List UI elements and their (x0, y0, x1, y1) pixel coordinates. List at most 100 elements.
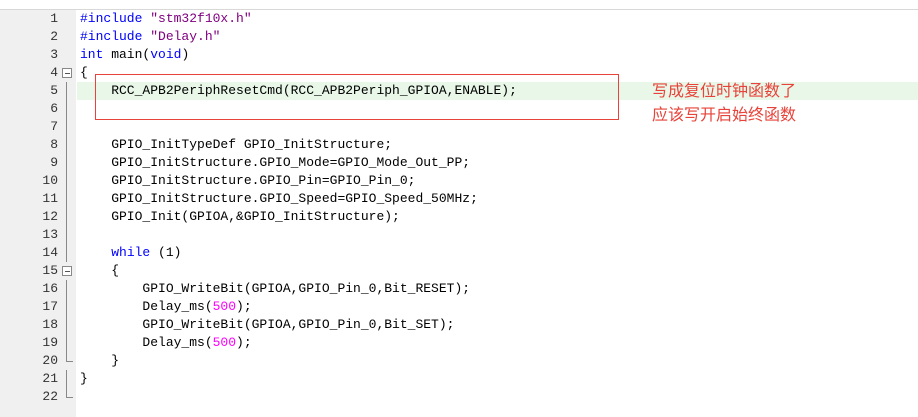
fold-guide-icon (66, 280, 67, 298)
code-line[interactable]: 13 (0, 226, 918, 244)
fold-gutter-empty (62, 28, 74, 46)
code-line[interactable]: 12 GPIO_Init(GPIOA,&GPIO_InitStructure); (0, 208, 918, 226)
fold-collapse-icon[interactable] (62, 262, 74, 280)
code-line[interactable]: 17 Delay_ms(500); (0, 298, 918, 316)
line-number: 2 (50, 29, 58, 44)
code-line[interactable]: 10 GPIO_InitStructure.GPIO_Pin=GPIO_Pin_… (0, 172, 918, 190)
line-number: 20 (42, 353, 58, 368)
code-token: main( (103, 47, 151, 62)
annotation-text-line-2: 应该写开启始终函数 (652, 105, 797, 124)
code-text: GPIO_InitStructure.GPIO_Speed=GPIO_Speed… (80, 190, 478, 208)
fold-guide-icon (66, 370, 67, 388)
code-line-background (77, 388, 918, 406)
editor-top-bar (0, 0, 918, 10)
code-text: { (80, 64, 88, 82)
code-token: GPIO_InitStructure.GPIO_Speed=GPIO_Speed… (80, 191, 478, 206)
code-token: Delay_ms( (80, 299, 213, 314)
code-line[interactable]: 22 (0, 388, 918, 406)
code-token: "stm32f10x.h" (150, 11, 252, 26)
line-number: 16 (42, 281, 58, 296)
code-token: { (80, 263, 120, 278)
fold-guide-line (62, 82, 74, 100)
line-number: 1 (50, 11, 58, 26)
fold-guide-icon (66, 244, 67, 262)
fold-end-icon (66, 388, 73, 398)
fold-guide-line (62, 280, 74, 298)
fold-guide-icon (66, 82, 67, 100)
code-editor[interactable]: 1 #include "stm32f10x.h" 2 #include "Delay.… (0, 0, 918, 417)
code-token: } (80, 353, 120, 368)
line-number: 15 (42, 263, 58, 278)
code-text: #include "stm32f10x.h" (80, 10, 252, 28)
fold-collapse-icon[interactable] (62, 64, 74, 82)
line-number: 6 (50, 101, 58, 116)
code-line[interactable]: 21} (0, 370, 918, 388)
line-number: 11 (42, 191, 58, 206)
line-number: 22 (42, 389, 58, 404)
code-line[interactable]: 18 GPIO_WriteBit(GPIOA,GPIO_Pin_0,Bit_SE… (0, 316, 918, 334)
fold-end-icon (66, 352, 73, 362)
code-text: GPIO_WriteBit(GPIOA,GPIO_Pin_0,Bit_SET); (80, 316, 454, 334)
code-line[interactable]: 3 int main(void) (0, 46, 918, 64)
fold-guide-line (62, 298, 74, 316)
fold-guide-icon (66, 298, 67, 316)
line-number: 10 (42, 173, 58, 188)
code-token: { (80, 65, 88, 80)
code-line[interactable]: 14 while (1) (0, 244, 918, 262)
fold-guide-line (62, 154, 74, 172)
minus-box-icon (62, 68, 72, 78)
line-number: 8 (50, 137, 58, 152)
code-token: #include (80, 29, 151, 44)
code-line[interactable]: 8 GPIO_InitTypeDef GPIO_InitStructure; (0, 136, 918, 154)
fold-guide-icon (66, 208, 67, 226)
code-line-background (77, 244, 918, 262)
line-number: 19 (42, 335, 58, 350)
fold-guide-line (62, 100, 74, 118)
code-token: int (80, 47, 104, 62)
code-line-background (77, 46, 918, 64)
fold-guide-icon (66, 316, 67, 334)
code-line[interactable]: 9 GPIO_InitStructure.GPIO_Mode=GPIO_Mode… (0, 154, 918, 172)
fold-guide-line (62, 334, 74, 352)
code-token: (1) (150, 245, 182, 260)
code-line[interactable]: 19 Delay_ms(500); (0, 334, 918, 352)
code-token: ); (236, 299, 252, 314)
fold-gutter-empty (62, 46, 74, 64)
code-text: GPIO_InitStructure.GPIO_Mode=GPIO_Mode_O… (80, 154, 470, 172)
code-line[interactable]: 16 GPIO_WriteBit(GPIOA,GPIO_Pin_0,Bit_RE… (0, 280, 918, 298)
code-token: void (150, 47, 182, 62)
code-line-background (77, 262, 918, 280)
code-text: GPIO_Init(GPIOA,&GPIO_InitStructure); (80, 208, 400, 226)
fold-guide-line (62, 118, 74, 136)
annotation-text-line-1: 写成复位时钟函数了 (652, 81, 797, 100)
minus-box-icon (62, 266, 72, 276)
line-number: 17 (42, 299, 58, 314)
line-number: 14 (42, 245, 58, 260)
fold-guide-icon (66, 334, 67, 352)
code-text: while (1) (80, 244, 181, 262)
code-text: Delay_ms(500); (80, 298, 252, 316)
code-line[interactable]: 2 #include "Delay.h" (0, 28, 918, 46)
fold-guide-line (62, 190, 74, 208)
line-number: 13 (42, 227, 58, 242)
line-number: 4 (50, 65, 58, 80)
code-text: #include "Delay.h" (80, 28, 220, 46)
code-text: } (80, 370, 88, 388)
code-token: GPIO_Init(GPIOA,&GPIO_InitStructure); (80, 209, 400, 224)
code-line[interactable]: 11 GPIO_InitStructure.GPIO_Speed=GPIO_Sp… (0, 190, 918, 208)
fold-guide-line (62, 136, 74, 154)
fold-guide-icon (66, 154, 67, 172)
line-number: 18 (42, 317, 58, 332)
fold-guide-line (62, 208, 74, 226)
line-number: 5 (50, 83, 58, 98)
fold-guide-icon (66, 226, 67, 244)
code-line[interactable]: 1 #include "stm32f10x.h" (0, 10, 918, 28)
code-line[interactable]: 20 } (0, 352, 918, 370)
code-line-background (77, 352, 918, 370)
code-token: Delay_ms( (80, 335, 213, 350)
fold-guide-icon (66, 100, 67, 118)
code-line[interactable]: 15 { (0, 262, 918, 280)
code-token: "Delay.h" (150, 29, 221, 44)
code-text: GPIO_InitStructure.GPIO_Pin=GPIO_Pin_0; (80, 172, 415, 190)
